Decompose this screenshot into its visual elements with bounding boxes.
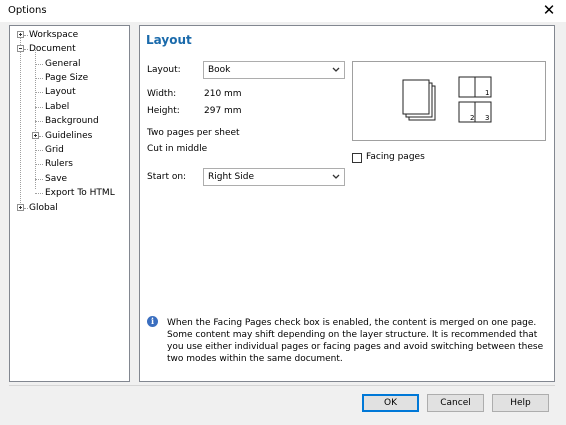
tree-item-label: Save	[45, 174, 68, 184]
preview-page-number: 2	[470, 114, 475, 122]
tree-item-label: General	[45, 59, 81, 69]
width-value: 210 mm	[204, 89, 242, 99]
info-icon: i	[147, 316, 158, 327]
tree-item-general[interactable]: General	[45, 57, 80, 71]
height-label: Height:	[147, 106, 180, 116]
tree-item-layout[interactable]: Layout	[45, 85, 76, 99]
tree-item-label: Layout	[45, 87, 76, 97]
preview-page-number: 1	[485, 89, 490, 97]
title-bar: Options ✕	[0, 0, 566, 22]
ok-button[interactable]: OK	[362, 394, 419, 412]
facing-pages-label[interactable]: Facing pages	[366, 152, 425, 162]
layout-desc-line2: Cut in middle	[147, 144, 208, 154]
tree-item-label: Global	[29, 203, 58, 213]
tree-item-label: Document	[29, 44, 76, 54]
start-on-label: Start on:	[147, 172, 187, 182]
tree-item-label: Background	[45, 116, 99, 126]
options-tree: Workspace Document General Page Size Lay…	[9, 25, 130, 382]
tree-item-label: Workspace	[29, 30, 79, 40]
panel-title: Layout	[146, 33, 192, 47]
close-icon[interactable]: ✕	[540, 1, 558, 19]
height-value: 297 mm	[204, 106, 242, 116]
preview-page-number: 3	[485, 114, 490, 122]
expand-icon[interactable]	[17, 31, 24, 38]
collapse-icon[interactable]	[17, 45, 24, 52]
help-button[interactable]: Help	[492, 394, 549, 412]
chevron-down-icon	[332, 67, 340, 72]
tree-item-background[interactable]: Background	[45, 114, 99, 128]
tree-item-label: Label	[45, 102, 70, 112]
window-title: Options	[8, 5, 47, 16]
layout-select[interactable]: Book	[203, 61, 345, 79]
tree-item-label: Guidelines	[45, 131, 93, 141]
tree-item-rulers[interactable]: Rulers	[45, 157, 73, 171]
chevron-down-icon	[332, 174, 340, 179]
tree-item-label: Rulers	[45, 159, 73, 169]
layout-panel: Layout Layout: Book Width: 210 mm Height…	[139, 25, 555, 382]
tree-item-label: Page Size	[45, 73, 89, 83]
layout-desc-line1: Two pages per sheet	[147, 128, 240, 138]
width-label: Width:	[147, 89, 177, 99]
layout-label: Layout:	[147, 65, 181, 75]
tree-item-grid[interactable]: Grid	[45, 143, 64, 157]
cancel-button[interactable]: Cancel	[427, 394, 484, 412]
tree-item-export-html[interactable]: Export To HTML	[45, 186, 115, 200]
start-on-select[interactable]: Right Side	[203, 168, 345, 186]
expand-icon[interactable]	[17, 204, 24, 211]
start-on-select-value: Right Side	[208, 172, 255, 182]
layout-select-value: Book	[208, 65, 231, 75]
info-text: When the Facing Pages check box is enabl…	[167, 318, 544, 364]
tree-item-save[interactable]: Save	[45, 172, 67, 186]
book-layout-illustration	[402, 76, 492, 123]
layout-preview: 1 2 3	[352, 61, 546, 141]
expand-icon[interactable]	[32, 132, 39, 139]
tree-item-label-node[interactable]: Label	[45, 100, 69, 114]
facing-pages-checkbox[interactable]	[352, 153, 362, 163]
tree-item-label: Export To HTML	[45, 188, 115, 198]
separator	[9, 385, 555, 386]
tree-item-page-size[interactable]: Page Size	[45, 71, 88, 85]
tree-item-label: Grid	[45, 145, 64, 155]
